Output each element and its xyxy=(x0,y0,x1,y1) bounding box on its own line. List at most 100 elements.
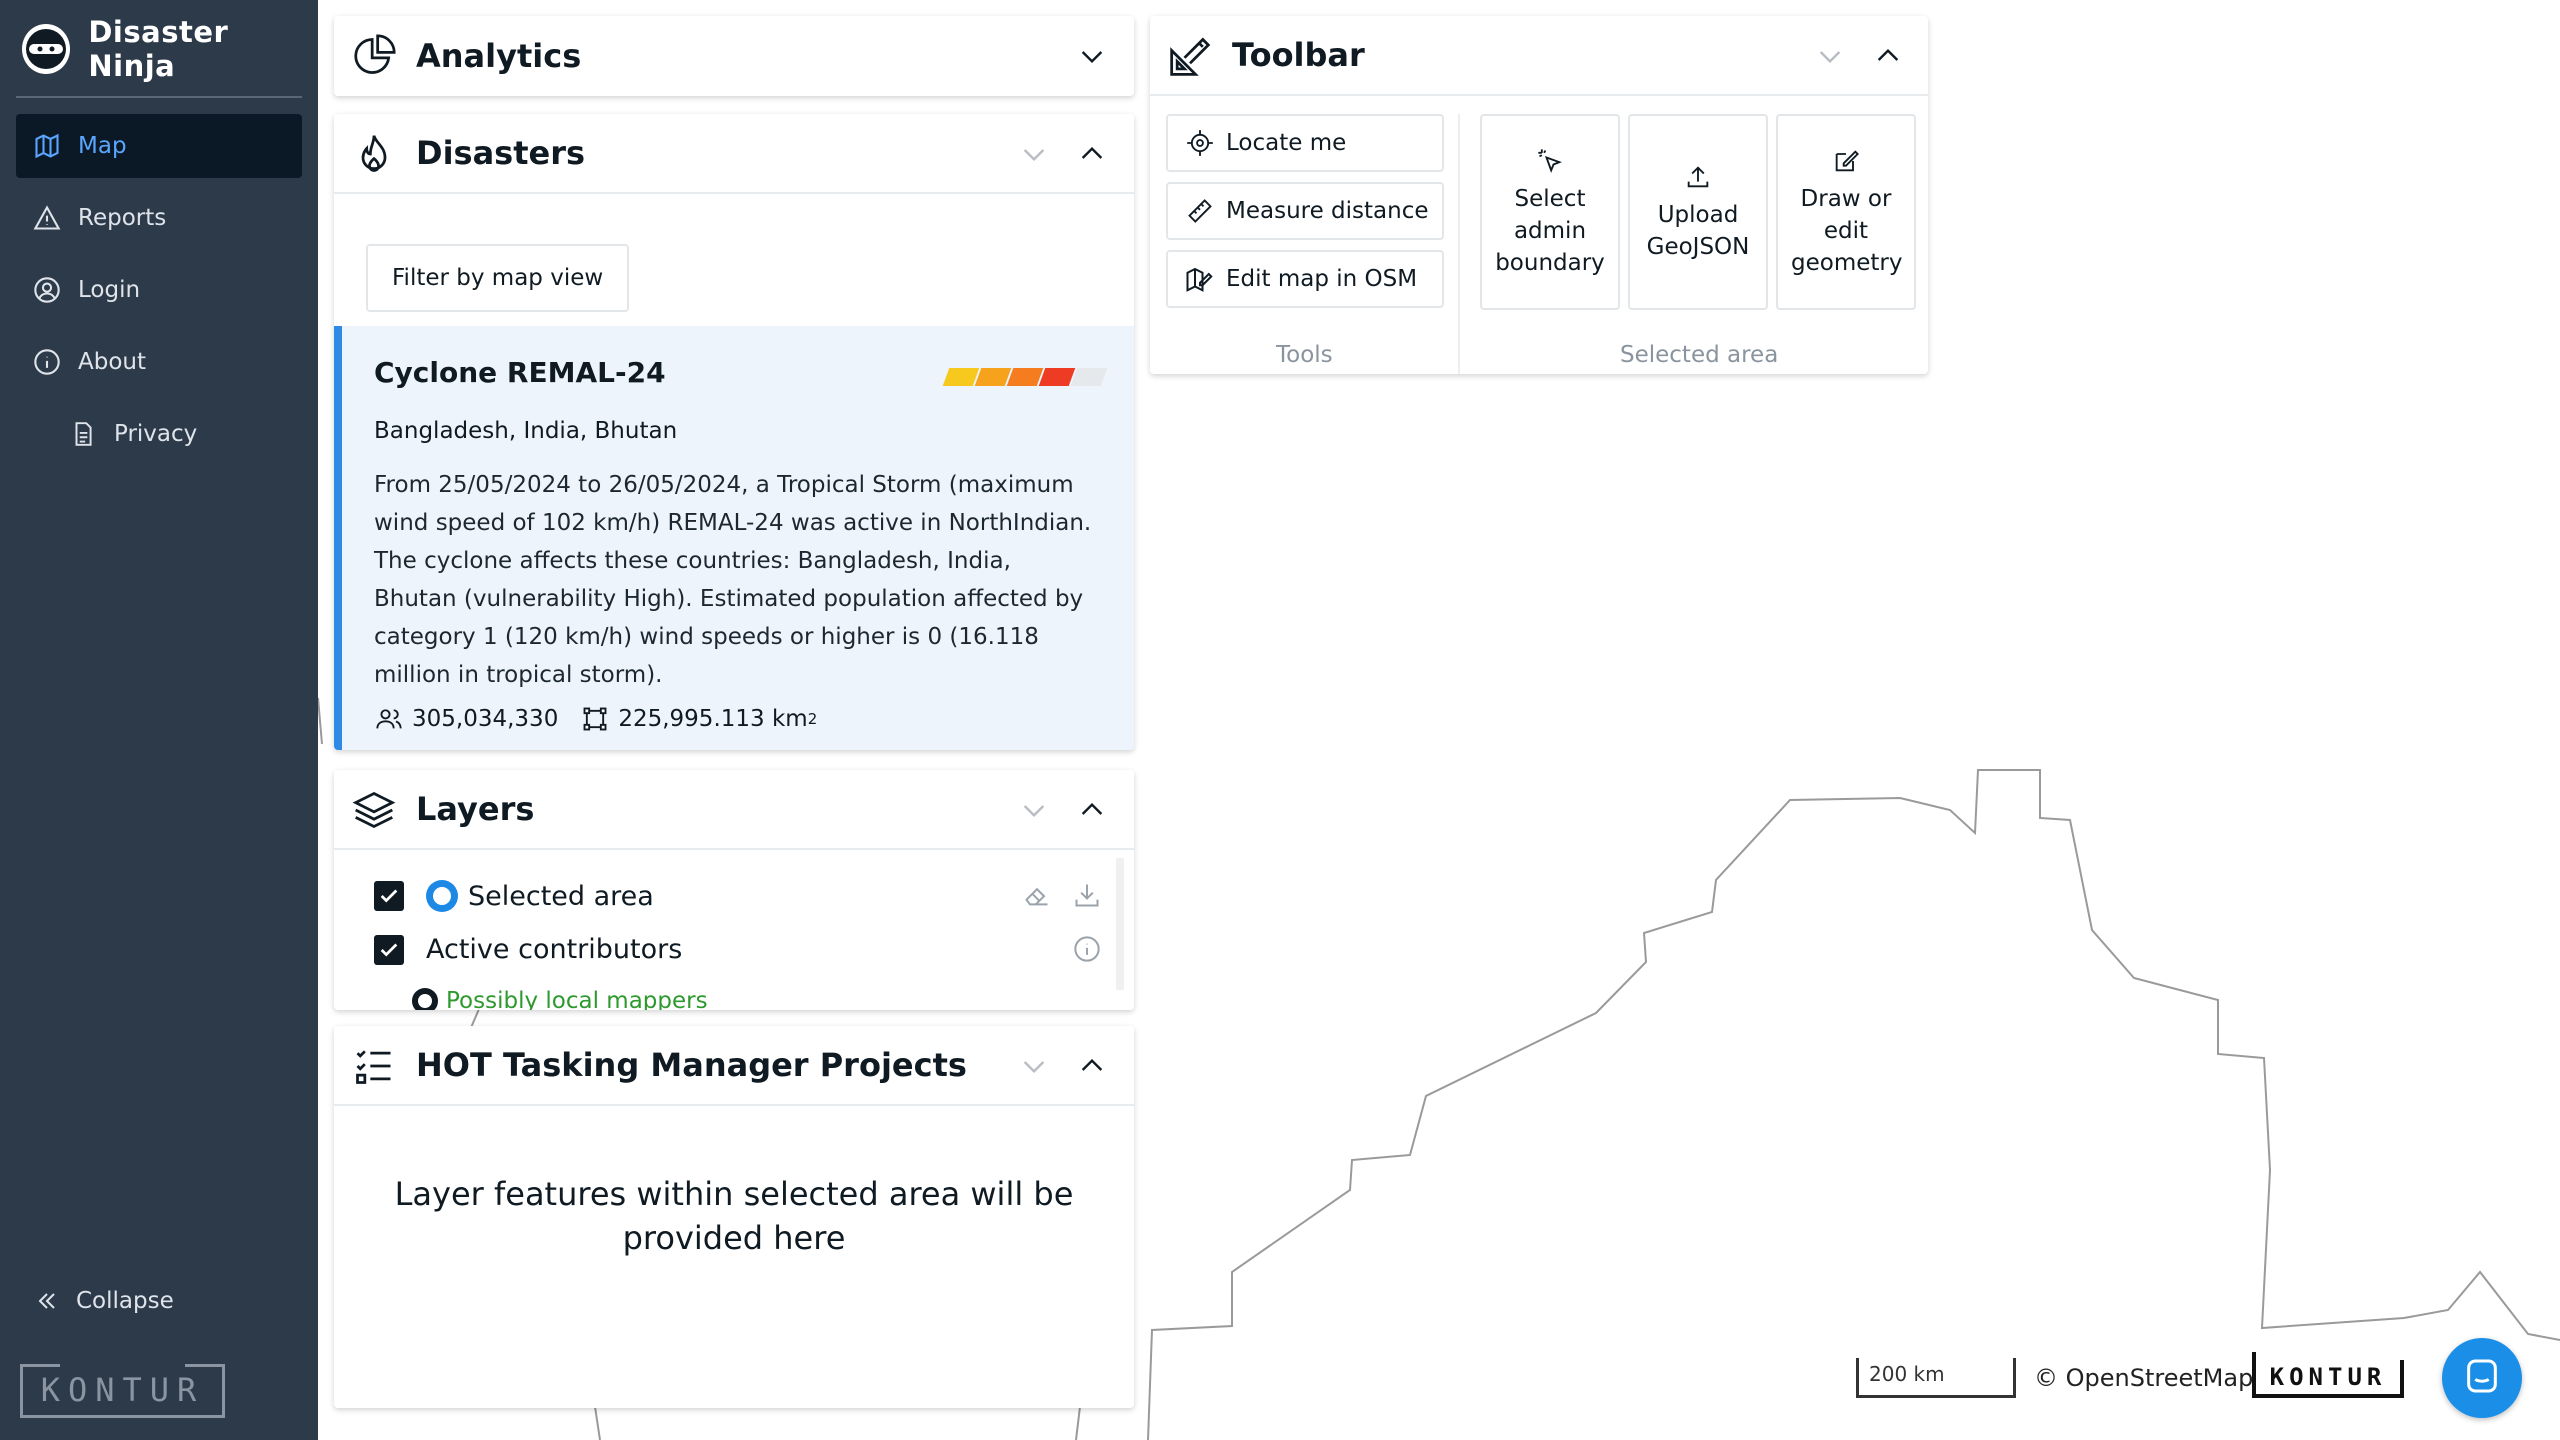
osm-attribution[interactable]: © OpenStreetMap xyxy=(2034,1364,2253,1392)
chevron-up-icon[interactable] xyxy=(1076,1050,1108,1082)
document-icon xyxy=(68,419,98,449)
sidebar-item-label: Reports xyxy=(78,205,167,231)
map-edit-icon xyxy=(1184,263,1216,295)
map-scale: 200 km xyxy=(1856,1358,2016,1398)
app-title: Disaster Ninja xyxy=(88,15,229,83)
severity-segment xyxy=(974,368,1012,386)
chevron-up-icon[interactable] xyxy=(1076,138,1108,170)
chevron-down-icon[interactable] xyxy=(1814,40,1846,72)
ruler-icon xyxy=(1184,195,1216,227)
people-icon xyxy=(374,704,404,734)
panel-title: Disasters xyxy=(416,134,586,172)
measure-distance-button[interactable]: Measure distance xyxy=(1166,182,1444,240)
legend-label: Possibly local mappers xyxy=(446,988,708,1010)
layer-label: Selected area xyxy=(468,880,654,912)
kontur-map-logo[interactable]: KONTUR xyxy=(2252,1352,2404,1398)
kontur-logo: KONTUR xyxy=(20,1364,225,1418)
legend-item: Possibly local mappers xyxy=(412,988,708,1010)
layer-label: Active contributors xyxy=(426,934,683,965)
selected-area-legend-icon xyxy=(426,880,458,912)
sidebar-item-about[interactable]: About xyxy=(16,330,302,394)
population-value: 305,034,330 xyxy=(412,706,559,732)
draw-edit-geometry-button[interactable]: Draw or edit geometry xyxy=(1776,114,1916,310)
warning-triangle-icon xyxy=(32,203,62,233)
layer-row-selected-area[interactable]: Selected area xyxy=(374,880,654,912)
divider xyxy=(16,96,302,98)
layers-header[interactable]: Layers xyxy=(334,770,1134,850)
severity-segment xyxy=(942,368,980,386)
upload-geojson-button[interactable]: Upload GeoJSON xyxy=(1628,114,1768,310)
map-icon xyxy=(32,131,62,161)
crosshair-icon xyxy=(1184,127,1216,159)
list-tasks-icon xyxy=(352,1044,396,1088)
tool-label: Locate me xyxy=(1226,130,1347,156)
sidebar-item-map[interactable]: Map xyxy=(16,114,302,178)
layers-icon xyxy=(352,788,396,832)
disasters-header[interactable]: Disasters xyxy=(334,114,1134,194)
selected-area-caption: Selected area xyxy=(1620,342,1779,368)
sidebar-item-privacy[interactable]: Privacy xyxy=(16,402,302,466)
collapse-label: Collapse xyxy=(76,1288,174,1314)
chevron-down-icon[interactable] xyxy=(1018,138,1050,170)
analytics-header[interactable]: Analytics xyxy=(334,16,1134,96)
area-unit-superscript: 2 xyxy=(807,710,818,728)
select-admin-boundary-button[interactable]: Select admin boundary xyxy=(1480,114,1620,310)
sidebar-item-reports[interactable]: Reports xyxy=(16,186,302,250)
analytics-panel: Analytics xyxy=(334,16,1134,96)
sidebar-item-login[interactable]: Login xyxy=(16,258,302,322)
sidebar: Disaster Ninja Map Reports Login About P… xyxy=(0,0,318,1440)
chevron-down-icon[interactable] xyxy=(1018,1050,1050,1082)
chevron-up-icon[interactable] xyxy=(1076,794,1108,826)
chevron-up-icon[interactable] xyxy=(1872,40,1904,72)
download-icon[interactable] xyxy=(1072,880,1102,910)
info-icon[interactable] xyxy=(1072,934,1102,964)
area-value: 225,995.113 km xyxy=(618,706,808,732)
legend-dot-icon xyxy=(412,988,438,1010)
layer-checkbox[interactable] xyxy=(374,881,404,911)
sidebar-item-label: Privacy xyxy=(114,421,198,447)
disasters-panel: Disasters Filter by map view Cyclone REM… xyxy=(334,114,1134,750)
filter-by-map-view-button[interactable]: Filter by map view xyxy=(366,244,630,312)
empty-state-text: Layer features within selected area will… xyxy=(394,1175,1074,1257)
layer-checkbox[interactable] xyxy=(374,934,404,965)
chevron-down-icon[interactable] xyxy=(1076,40,1108,72)
event-countries: Bangladesh, India, Bhutan xyxy=(374,418,678,444)
eraser-icon[interactable] xyxy=(1022,880,1052,910)
tool-label: Edit map in OSM xyxy=(1226,266,1418,292)
tool-label: Measure distance xyxy=(1226,198,1429,224)
event-stats: 305,034,330 225,995.113 km 2 xyxy=(374,704,817,734)
area-icon xyxy=(580,704,610,734)
divider xyxy=(1458,114,1460,374)
brand[interactable]: Disaster Ninja xyxy=(22,15,318,83)
sidebar-item-label: Map xyxy=(78,133,127,159)
panel-title: Layers xyxy=(416,790,535,828)
event-card[interactable]: Cyclone REMAL-24 Bangladesh, India, Bhut… xyxy=(334,326,1134,750)
severity-segment xyxy=(1038,368,1076,386)
locate-me-button[interactable]: Locate me xyxy=(1166,114,1444,172)
toolbar-panel: Toolbar Locate me Measure distance Edit … xyxy=(1150,16,1928,374)
collapse-button[interactable]: Collapse xyxy=(32,1286,174,1316)
sidebar-item-label: Login xyxy=(78,277,141,303)
layers-panel: Layers Selected area Active contributors… xyxy=(334,770,1134,1010)
scrollbar[interactable] xyxy=(1116,858,1124,990)
panel-title: Toolbar xyxy=(1232,36,1365,74)
event-description: From 25/05/2024 to 26/05/2024, a Tropica… xyxy=(374,472,1092,688)
double-chevron-left-icon xyxy=(32,1286,62,1316)
panel-title: Analytics xyxy=(416,37,582,75)
cursor-click-icon xyxy=(1534,145,1566,177)
chat-button[interactable] xyxy=(2442,1338,2522,1418)
layer-row-active-contributors[interactable]: Active contributors xyxy=(374,934,682,965)
selected-area-label: Draw or edit geometry xyxy=(1791,186,1903,276)
edit-square-icon xyxy=(1830,145,1862,177)
hot-tasking-header[interactable]: HOT Tasking Manager Projects xyxy=(334,1026,1134,1106)
chevron-down-icon[interactable] xyxy=(1018,794,1050,826)
panel-title: HOT Tasking Manager Projects xyxy=(416,1046,967,1084)
user-circle-icon xyxy=(32,275,62,305)
selected-area-label: Upload GeoJSON xyxy=(1646,202,1750,260)
toolbar-header[interactable]: Toolbar xyxy=(1150,16,1928,96)
ninja-logo-icon xyxy=(22,24,71,74)
fire-icon xyxy=(352,132,396,176)
edit-map-in-osm-button[interactable]: Edit map in OSM xyxy=(1166,250,1444,308)
event-title: Cyclone REMAL-24 xyxy=(374,356,666,389)
selected-area-label: Select admin boundary xyxy=(1495,186,1605,276)
